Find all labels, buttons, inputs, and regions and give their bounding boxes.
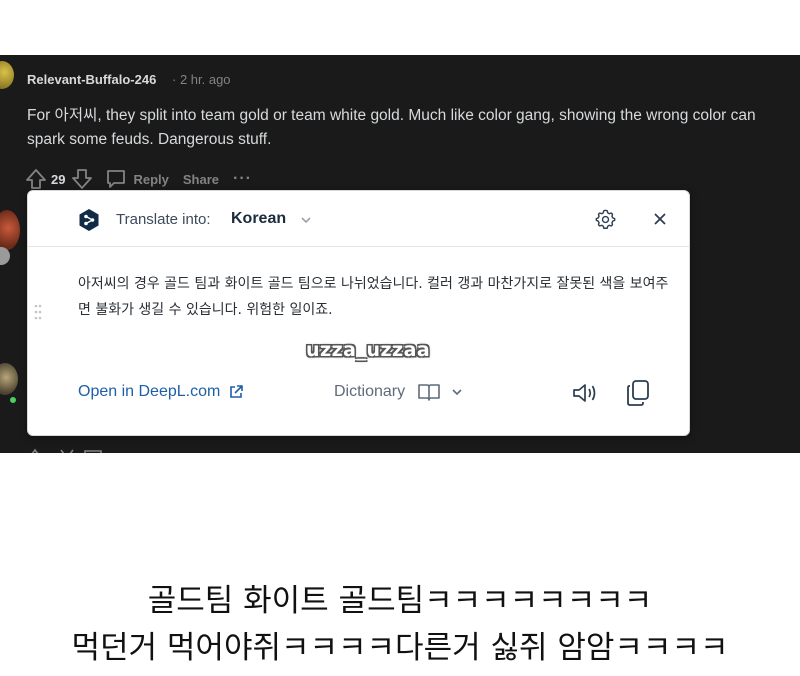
share-button[interactable]: Share: [183, 172, 219, 187]
deepl-logo-icon: [78, 208, 100, 232]
open-in-deepl-label: Open in DeepL.com: [78, 383, 221, 400]
online-status-dot: [8, 395, 18, 405]
upvote-icon[interactable]: [25, 168, 47, 190]
translated-text: 아저씨의 경우 골드 팀과 화이트 골드 팀으로 나뉘었습니다. 컬러 갱과 마…: [78, 276, 669, 318]
user-avatar[interactable]: [0, 61, 14, 89]
comment-action-bar: 29 Reply Share ···: [25, 167, 252, 191]
translate-into-label: Translate into:: [116, 211, 211, 228]
watermark-text: uzza_uzzaa: [306, 339, 431, 361]
translator-header: Translate into: Korean: [28, 191, 689, 247]
more-options-button[interactable]: ···: [233, 170, 252, 188]
gear-icon[interactable]: [595, 209, 616, 235]
caption-line-1: 골드팀 화이트 골드팀ㅋㅋㅋㅋㅋㅋㅋㅋ: [147, 583, 653, 619]
open-in-deepl-link[interactable]: Open in DeepL.com: [78, 383, 244, 401]
reply-icon[interactable]: [105, 168, 127, 190]
reply-button[interactable]: Reply: [133, 172, 168, 187]
drag-handle-icon[interactable]: [34, 303, 42, 321]
comment-body: For 아저씨, they split into team gold or te…: [27, 107, 756, 148]
caption-line-2: 먹던거 먹어야쥐ㅋㅋㅋㅋ다른거 싫쥐 암암ㅋㅋㅋㅋ: [71, 630, 729, 666]
reply-avatar[interactable]: [0, 210, 20, 250]
speaker-icon[interactable]: [571, 381, 599, 410]
next-comment-actions-partial: [25, 447, 105, 453]
deepl-translation-popup: Translate into: Korean 아저씨의 경우 골드 팀과 화이트…: [27, 190, 690, 436]
external-link-icon: [230, 385, 244, 398]
downvote-icon[interactable]: [71, 168, 93, 190]
dictionary-toggle[interactable]: Dictionary: [334, 383, 463, 401]
comment-timestamp[interactable]: · 2 hr. ago: [172, 72, 231, 87]
target-language-select[interactable]: Korean: [231, 210, 286, 228]
copy-icon[interactable]: [625, 379, 651, 412]
chevron-down-icon[interactable]: [300, 213, 312, 231]
reply-avatar-2[interactable]: [0, 363, 18, 395]
book-icon: [418, 384, 440, 401]
dictionary-label: Dictionary: [334, 383, 406, 400]
close-icon[interactable]: [652, 211, 668, 232]
vote-count: 29: [51, 171, 66, 187]
chevron-down-icon: [452, 389, 462, 396]
comment-username[interactable]: Relevant-Buffalo-246: [27, 72, 156, 87]
